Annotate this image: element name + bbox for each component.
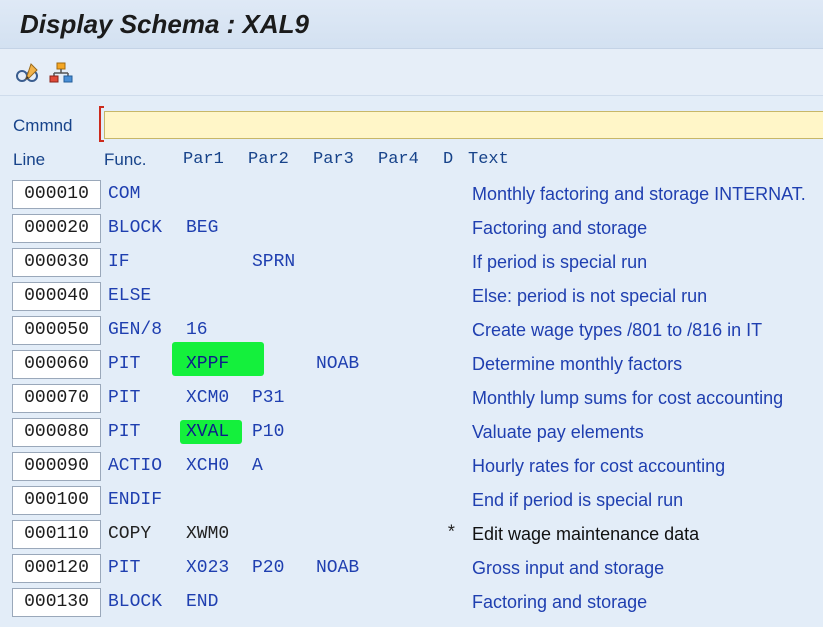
window-title: Display Schema : XAL9 [20,9,309,39]
column-header-par1: Par1 [183,150,224,169]
cell-func: GEN/8 [108,320,163,340]
cell-par1: XVAL [186,422,230,442]
cell-par2: P10 [252,422,285,442]
command-label: Cmmnd [13,116,73,135]
cell-func: ELSE [108,286,152,306]
cell-text: Factoring and storage [472,592,648,612]
cell-par1: 16 [186,320,208,340]
cell-par2: P31 [252,388,285,408]
column-header-text: Text [468,150,509,169]
table-row: 000110 COPY XWM0 * Edit wage maintenance dat… [0,520,823,554]
display-change-icon[interactable] [14,61,40,85]
cell-par1: XPPF [186,354,230,374]
cell-func: PIT [108,422,141,442]
cell-par2: A [252,456,263,476]
hierarchy-icon[interactable] [48,61,74,85]
table-row: 000050 GEN/8 16 Create wage types /801 to /… [0,316,823,350]
cell-text: Create wage types /801 to /816 in IT [472,320,763,340]
line-number-field[interactable]: 000080 [12,418,101,447]
cell-par3: NOAB [316,354,360,374]
application-toolbar [0,49,823,96]
column-header-func: Func. [104,150,147,169]
cell-par2: P20 [252,558,285,578]
cell-func: COPY [108,524,152,544]
line-number-field[interactable]: 000130 [12,588,101,617]
table-row: 000070 PIT XCM0 P31 Monthly lump sums for co… [0,384,823,418]
cell-par1: X023 [186,558,230,578]
cell-func: ENDIF [108,490,163,510]
cell-func: PIT [108,388,141,408]
line-number-field[interactable]: 000030 [12,248,101,277]
cell-text: Hourly rates for cost accounting [472,456,726,476]
cell-func: PIT [108,354,141,374]
table-row: 000060 PIT XPPF NOAB Determine monthly facto… [0,342,823,384]
line-number-field[interactable]: 000020 [12,214,101,243]
table-row: 000010 COM Monthly factoring and storage I… [0,180,823,214]
column-header-line: Line [13,150,46,169]
cell-text: Determine monthly factors [472,354,683,374]
cell-par2: SPRN [252,252,296,272]
line-number-field[interactable]: 000010 [12,180,101,209]
table-row: 000080 PIT XVAL P10 Valuate pay elements [0,418,823,452]
line-number-field[interactable]: 000040 [12,282,101,311]
column-header-par3: Par3 [313,150,354,169]
column-header-par4: Par4 [378,150,419,169]
column-header-par2: Par2 [248,150,289,169]
cell-text: End if period is special run [472,490,684,510]
line-number-field[interactable]: 000110 [12,520,101,549]
line-number-field[interactable]: 000090 [12,452,101,481]
cell-text: Edit wage maintenance data [472,524,700,544]
cell-func: IF [108,252,130,272]
table-row: 000120 PIT X023 P20 NOAB Gross input and stor… [0,554,823,588]
table-row: 000090 ACTIO XCH0 A Hourly rates for cost ac… [0,452,823,486]
line-number-field[interactable]: 000050 [12,316,101,345]
command-input[interactable] [104,111,823,139]
cell-text: If period is special run [472,252,648,272]
table-row: 000020 BLOCK BEG Factoring and storage [0,214,823,248]
table-row: 000100 ENDIF End if period is special run [0,486,823,520]
cell-text: Factoring and storage [472,218,648,238]
cell-par1: END [186,592,219,612]
cell-func: BLOCK [108,218,163,238]
line-number-field[interactable]: 000100 [12,486,101,515]
cell-func: ACTIO [108,456,163,476]
table-row: 000040 ELSE Else: period is not special ru… [0,282,823,316]
cell-func: PIT [108,558,141,578]
column-header-d: D [443,150,454,169]
cell-text: Gross input and storage [472,558,665,578]
cell-par1: XCM0 [186,388,230,408]
table-row: 000030 IF SPRN If period is special run [0,248,823,282]
cell-par1: XWM0 [186,524,230,544]
line-number-field[interactable]: 000060 [12,350,101,379]
line-number-field[interactable]: 000120 [12,554,101,583]
cell-text: Valuate pay elements [472,422,644,442]
cell-par3: NOAB [316,558,360,578]
schema-editor: Cmmnd Line Func. Par1 Par2 Par3 Par4 D T… [0,96,823,627]
cell-par1: XCH0 [186,456,230,476]
cell-par1: BEG [186,218,219,238]
cell-text: Else: period is not special run [472,286,708,306]
cell-text: Monthly factoring and storage INTERNAT. [472,184,806,204]
cell-func: COM [108,184,141,204]
table-row: 000130 BLOCK END Factoring and storage [0,588,823,622]
title-bar: Display Schema : XAL9 [0,0,823,49]
line-number-field[interactable]: 000070 [12,384,101,413]
cell-d: * [446,524,457,544]
cell-text: Monthly lump sums for cost accounting [472,388,784,408]
cell-func: BLOCK [108,592,163,612]
